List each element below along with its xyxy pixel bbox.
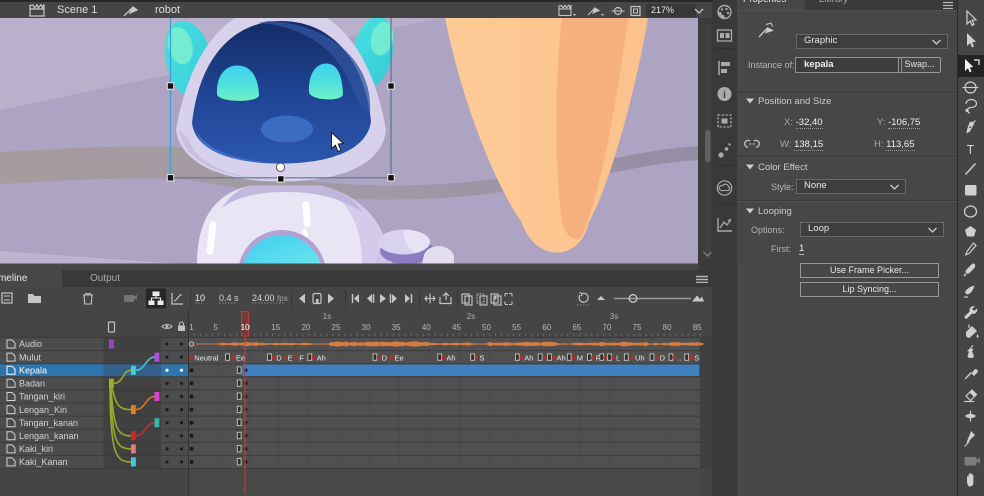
svg-text:Uh: Uh	[635, 354, 645, 363]
svg-text:Tangan_kiri: Tangan_kiri	[19, 392, 65, 402]
svg-text:F: F	[299, 354, 304, 363]
svg-text:Ah: Ah	[446, 354, 455, 363]
svg-text:Kaki_Kanan: Kaki_Kanan	[19, 457, 68, 467]
svg-text:S: S	[479, 354, 484, 363]
svg-text:25: 25	[332, 323, 341, 332]
svg-text:D: D	[382, 354, 388, 363]
svg-text:15: 15	[271, 323, 280, 332]
svg-text:24.00 fps: 24.00 fps	[252, 293, 288, 303]
svg-text:Kepala: Kepala	[19, 366, 47, 376]
svg-text:Mulut: Mulut	[19, 352, 42, 362]
svg-text:Lengan_Kiri: Lengan_Kiri	[19, 405, 67, 415]
svg-text:Ah: Ah	[557, 354, 566, 363]
svg-text:80: 80	[663, 323, 672, 332]
svg-text:0.4 s: 0.4 s	[219, 293, 239, 303]
svg-text:..: ..	[678, 354, 682, 363]
svg-text:D: D	[660, 354, 666, 363]
svg-text:Lengan_kanan: Lengan_kanan	[19, 431, 79, 441]
svg-text:Tangan_kanan: Tangan_kanan	[19, 418, 78, 428]
svg-text:20: 20	[301, 323, 310, 332]
svg-text:10: 10	[241, 323, 250, 332]
svg-text:S: S	[694, 354, 699, 363]
svg-text:35: 35	[392, 323, 401, 332]
svg-text:1: 1	[189, 323, 194, 332]
svg-text:Audio: Audio	[19, 339, 42, 349]
svg-text:L: L	[616, 354, 620, 363]
svg-text:60: 60	[542, 323, 551, 332]
svg-text:85: 85	[693, 323, 702, 332]
svg-text:E: E	[288, 354, 293, 363]
svg-text:70: 70	[602, 323, 611, 332]
svg-text:2s: 2s	[467, 312, 475, 321]
svg-text:30: 30	[362, 323, 371, 332]
svg-text:M: M	[577, 354, 583, 363]
svg-text:40: 40	[422, 323, 431, 332]
svg-text:Neutral: Neutral	[194, 354, 219, 363]
svg-text:Kaki_kiri: Kaki_kiri	[19, 444, 53, 454]
svg-text:T: T	[967, 143, 975, 157]
svg-text:Ah: Ah	[524, 354, 533, 363]
svg-text:Badan: Badan	[19, 379, 45, 389]
svg-text:55: 55	[512, 323, 521, 332]
svg-text:i: i	[723, 90, 726, 101]
svg-text:Ee: Ee	[236, 354, 245, 363]
svg-text:5: 5	[213, 323, 218, 332]
svg-text:D: D	[276, 354, 282, 363]
svg-text:Ee: Ee	[395, 354, 404, 363]
svg-text:1s: 1s	[323, 312, 331, 321]
svg-text:65: 65	[572, 323, 581, 332]
svg-text:45: 45	[452, 323, 461, 332]
svg-text:75: 75	[633, 323, 642, 332]
svg-text:10: 10	[195, 293, 205, 303]
svg-text:3s: 3s	[610, 312, 618, 321]
svg-text:Ah: Ah	[317, 354, 326, 363]
svg-text:50: 50	[482, 323, 491, 332]
